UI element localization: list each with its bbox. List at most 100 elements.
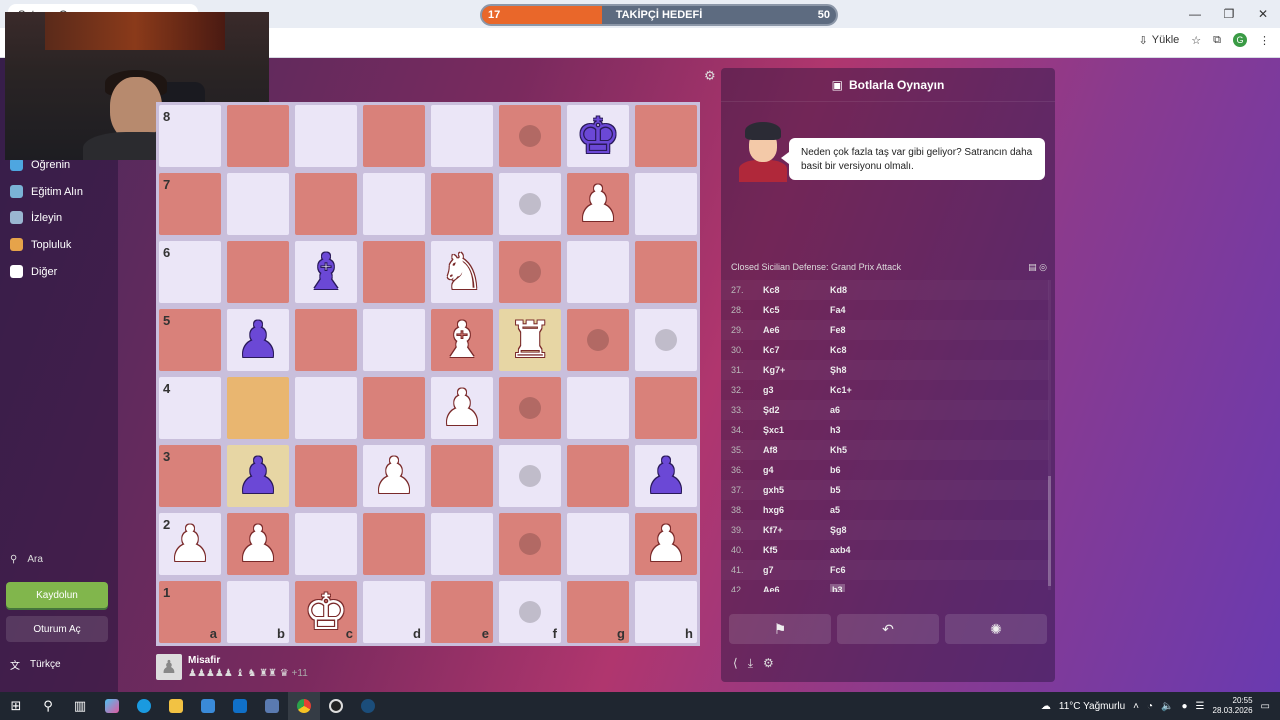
white-move[interactable]: Ae6: [763, 325, 830, 335]
bookmark-star-icon[interactable]: ☆: [1191, 34, 1201, 47]
browser-menu-icon[interactable]: ⋮: [1259, 34, 1270, 47]
square-g1[interactable]: g: [564, 578, 632, 646]
square-a3[interactable]: 3: [156, 442, 224, 510]
square-h1[interactable]: h: [632, 578, 700, 646]
volume-icon[interactable]: 🔈: [1161, 701, 1173, 712]
square-c8[interactable]: [292, 102, 360, 170]
chess-piece-b5[interactable]: ♟: [227, 309, 289, 371]
chess-piece-a2[interactable]: ♟: [159, 513, 221, 575]
square-b8[interactable]: [224, 102, 292, 170]
white-move[interactable]: Kc7: [763, 345, 830, 355]
explorer-icon[interactable]: ◎: [1039, 262, 1047, 272]
square-g7[interactable]: ♟: [564, 170, 632, 238]
outlook-icon[interactable]: [224, 692, 256, 720]
square-a4[interactable]: 4: [156, 374, 224, 442]
square-f4[interactable]: [496, 374, 564, 442]
white-move[interactable]: Şxc1: [763, 425, 830, 435]
square-f7[interactable]: [496, 170, 564, 238]
white-move[interactable]: Kf7+: [763, 525, 830, 535]
square-f6[interactable]: [496, 238, 564, 306]
white-move[interactable]: Ae6: [763, 585, 830, 592]
chrome-icon[interactable]: [288, 692, 320, 720]
store-icon[interactable]: [192, 692, 224, 720]
notifications-icon[interactable]: ▭: [1261, 701, 1270, 712]
legal-move-dot[interactable]: [587, 329, 609, 351]
square-d2[interactable]: [360, 510, 428, 578]
black-move[interactable]: b6: [830, 465, 890, 475]
share-icon[interactable]: ⟨: [733, 656, 738, 671]
clock[interactable]: 20:55 28.03.2026: [1213, 696, 1253, 715]
square-c5[interactable]: [292, 306, 360, 374]
move-list[interactable]: 27. Kc8 Kd8 28. Kc5 Fa4 29. Ae6 Fe8 30. Kc7 Kc8 31. K…: [721, 280, 1049, 592]
black-move[interactable]: Şg8: [830, 525, 890, 535]
legal-move-dot[interactable]: [519, 601, 541, 623]
square-a5[interactable]: 5: [156, 306, 224, 374]
square-c1[interactable]: c ♚: [292, 578, 360, 646]
install-button[interactable]: ⇩ Yükle: [1139, 34, 1180, 47]
black-move[interactable]: b3: [830, 584, 845, 592]
profile-avatar[interactable]: G: [1233, 33, 1247, 47]
steam-icon[interactable]: [352, 692, 384, 720]
legal-move-dot[interactable]: [655, 329, 677, 351]
square-a1[interactable]: 1a: [156, 578, 224, 646]
black-move[interactable]: axb4: [830, 545, 890, 555]
black-move[interactable]: Fa4: [830, 305, 890, 315]
black-move[interactable]: a6: [830, 405, 890, 415]
extensions-icon[interactable]: ⧉: [1213, 34, 1221, 47]
chess-piece-h3[interactable]: ♟: [635, 445, 697, 507]
signup-button[interactable]: Kaydolun: [6, 582, 108, 608]
square-e5[interactable]: ♝: [428, 306, 496, 374]
square-d5[interactable]: [360, 306, 428, 374]
white-move[interactable]: g4: [763, 465, 830, 475]
square-c6[interactable]: ♝: [292, 238, 360, 306]
legal-move-dot[interactable]: [519, 533, 541, 555]
square-a2[interactable]: 2 ♟: [156, 510, 224, 578]
chess-piece-b2[interactable]: ♟: [227, 513, 289, 575]
chess-piece-g7[interactable]: ♟: [567, 173, 629, 235]
square-b1[interactable]: b: [224, 578, 292, 646]
chess-piece-b3[interactable]: ♟: [227, 445, 289, 507]
square-e2[interactable]: [428, 510, 496, 578]
white-move[interactable]: Şd2: [763, 405, 830, 415]
network-icon[interactable]: ◔: [1147, 701, 1153, 712]
language-selector[interactable]: 文 Türkçe: [10, 657, 61, 672]
chess-piece-g8[interactable]: ♚: [567, 105, 629, 167]
square-d4[interactable]: [360, 374, 428, 442]
square-c3[interactable]: [292, 442, 360, 510]
square-e8[interactable]: [428, 102, 496, 170]
square-h3[interactable]: ♟: [632, 442, 700, 510]
sidebar-item-2[interactable]: İzleyin: [10, 211, 62, 224]
square-e6[interactable]: ♞: [428, 238, 496, 306]
legal-move-dot[interactable]: [519, 465, 541, 487]
square-b5[interactable]: ♟: [224, 306, 292, 374]
white-move[interactable]: Af8: [763, 445, 830, 455]
download-icon[interactable]: ⤓: [748, 656, 753, 671]
weather-text[interactable]: 11°C Yağmurlu: [1059, 701, 1125, 712]
square-a8[interactable]: 8: [156, 102, 224, 170]
square-h4[interactable]: [632, 374, 700, 442]
square-g2[interactable]: [564, 510, 632, 578]
white-move[interactable]: hxg6: [763, 505, 830, 515]
square-e7[interactable]: [428, 170, 496, 238]
black-move[interactable]: Fc6: [830, 565, 890, 575]
black-move[interactable]: Şh8: [830, 365, 890, 375]
square-g3[interactable]: [564, 442, 632, 510]
black-move[interactable]: Kc1+: [830, 385, 890, 395]
square-h7[interactable]: [632, 170, 700, 238]
chess-piece-e6[interactable]: ♞: [431, 241, 493, 303]
close-icon[interactable]: ✕: [1246, 0, 1280, 28]
square-f8[interactable]: [496, 102, 564, 170]
white-move[interactable]: Kc8: [763, 285, 830, 295]
square-f2[interactable]: [496, 510, 564, 578]
square-h5[interactable]: [632, 306, 700, 374]
square-g5[interactable]: [564, 306, 632, 374]
square-e4[interactable]: ♟: [428, 374, 496, 442]
book-icon[interactable]: ▤: [1028, 262, 1037, 272]
white-move[interactable]: Kc5: [763, 305, 830, 315]
file-explorer-icon[interactable]: [160, 692, 192, 720]
square-c2[interactable]: [292, 510, 360, 578]
restore-icon[interactable]: ❐: [1212, 0, 1246, 28]
square-d3[interactable]: ♟: [360, 442, 428, 510]
chess-board[interactable]: 8 ♚ 7 ♟ 6 ♝ ♞ 5 ♟ ♝ ♜ 4 ♟ 3 ♟ ♟ ♟ 2 ♟ ♟ ♟ 1 a b c ♚ d e f g h: [156, 102, 700, 646]
wifi-icon[interactable]: ☰: [1196, 701, 1205, 712]
